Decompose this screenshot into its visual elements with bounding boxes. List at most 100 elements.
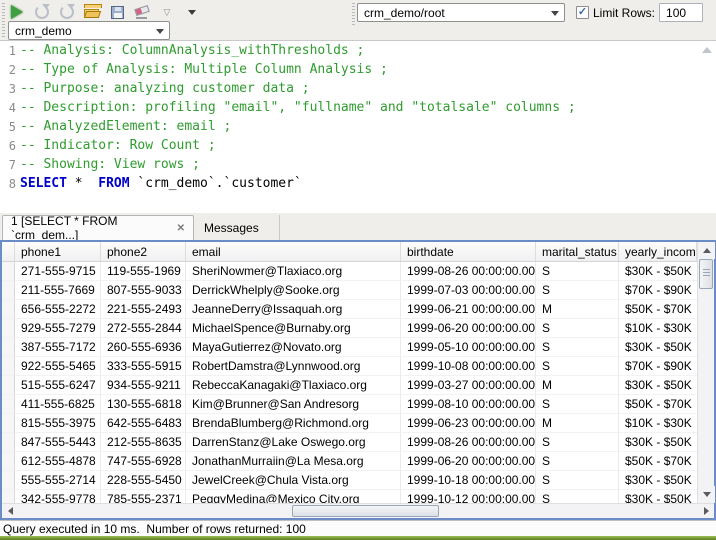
- table-cell[interactable]: JeanneDerry@Issaquah.org: [186, 300, 401, 319]
- table-cell[interactable]: RebeccaKanagaki@Tlaxiaco.org: [186, 376, 401, 395]
- editor-scroll-up-icon[interactable]: [702, 47, 712, 53]
- column-header-yearly_income[interactable]: yearly_income: [619, 242, 697, 261]
- vertical-scrollbar-thumb[interactable]: [699, 259, 713, 289]
- table-cell[interactable]: 555-555-2714: [15, 471, 101, 490]
- table-row[interactable]: 929-555-7279272-555-2844MichaelSpence@Bu…: [2, 319, 697, 338]
- limit-rows-input[interactable]: 100: [659, 3, 703, 22]
- table-row[interactable]: 515-555-6247934-555-9211RebeccaKanagaki@…: [2, 376, 697, 395]
- table-cell[interactable]: 1999-06-21 00:00:00.000: [401, 300, 536, 319]
- editor-line[interactable]: 4-- Description: profiling "email", "ful…: [0, 98, 716, 117]
- table-cell[interactable]: $30K - $50K: [619, 262, 697, 281]
- table-cell[interactable]: $10K - $30K: [619, 319, 697, 338]
- table-cell[interactable]: 342-555-9778: [15, 490, 101, 503]
- editor-line[interactable]: 1-- Analysis: ColumnAnalysis_withThresho…: [0, 41, 716, 60]
- table-cell[interactable]: $70K - $90K: [619, 357, 697, 376]
- refresh-button[interactable]: [33, 3, 51, 21]
- table-cell[interactable]: 333-555-5915: [101, 357, 186, 376]
- limit-rows-checkbox[interactable]: ✓: [576, 6, 589, 19]
- table-row[interactable]: 555-555-2714228-555-5450JewelCreek@Chula…: [2, 471, 697, 490]
- table-cell[interactable]: S: [536, 395, 619, 414]
- table-cell[interactable]: 815-555-3975: [15, 414, 101, 433]
- table-cell[interactable]: 1999-08-26 00:00:00.000: [401, 262, 536, 281]
- table-cell[interactable]: 747-555-6928: [101, 452, 186, 471]
- vertical-scrollbar[interactable]: [697, 242, 714, 503]
- table-cell[interactable]: 228-555-5450: [101, 471, 186, 490]
- table-cell[interactable]: BrendaBlumberg@Richmond.org: [186, 414, 401, 433]
- table-cell[interactable]: S: [536, 357, 619, 376]
- table-cell[interactable]: 411-555-6825: [15, 395, 101, 414]
- open-file-button[interactable]: [83, 3, 101, 21]
- table-row[interactable]: 411-555-6825130-555-6818Kim@Brunner@San …: [2, 395, 697, 414]
- table-cell[interactable]: MayaGutierrez@Novato.org: [186, 338, 401, 357]
- table-cell[interactable]: $30K - $50K: [619, 376, 697, 395]
- table-cell[interactable]: DerrickWhelply@Sooke.org: [186, 281, 401, 300]
- table-cell[interactable]: 1999-10-18 00:00:00.000: [401, 471, 536, 490]
- editor-line[interactable]: 3-- Purpose: analyzing customer data ;: [0, 79, 716, 98]
- connection-combo[interactable]: crm_demo: [8, 21, 170, 40]
- table-cell[interactable]: SheriNowmer@Tlaxiaco.org: [186, 262, 401, 281]
- table-cell[interactable]: S: [536, 281, 619, 300]
- toolbar-menu-button[interactable]: [183, 3, 201, 21]
- table-cell[interactable]: 211-555-7669: [15, 281, 101, 300]
- table-cell[interactable]: 785-555-2371: [101, 490, 186, 503]
- table-cell[interactable]: S: [536, 452, 619, 471]
- table-cell[interactable]: M: [536, 376, 619, 395]
- close-icon[interactable]: ✕: [177, 223, 185, 234]
- column-header-phone1[interactable]: phone1: [15, 242, 101, 261]
- table-cell[interactable]: Kim@Brunner@San Andresorg: [186, 395, 401, 414]
- table-cell[interactable]: 1999-06-20 00:00:00.000: [401, 319, 536, 338]
- editor-line[interactable]: 8SELECT * FROM `crm_demo`.`customer`: [0, 174, 716, 193]
- table-cell[interactable]: 1999-08-26 00:00:00.000: [401, 433, 536, 452]
- table-cell[interactable]: M: [536, 414, 619, 433]
- table-cell[interactable]: 1999-03-27 00:00:00.000: [401, 376, 536, 395]
- table-cell[interactable]: $10K - $30K: [619, 414, 697, 433]
- table-cell[interactable]: 1999-06-20 00:00:00.000: [401, 452, 536, 471]
- table-cell[interactable]: M: [536, 300, 619, 319]
- horizontal-scrollbar-thumb[interactable]: [292, 505, 439, 517]
- sql-editor[interactable]: 1-- Analysis: ColumnAnalysis_withThresho…: [0, 40, 716, 213]
- tab-query-result[interactable]: 1 [SELECT * FROM `crm_dem...] ✕: [2, 215, 194, 240]
- table-cell[interactable]: $50K - $70K: [619, 395, 697, 414]
- table-row[interactable]: 847-555-5443212-555-8635DarrenStanz@Lake…: [2, 433, 697, 452]
- table-cell[interactable]: $50K - $70K: [619, 300, 697, 319]
- table-cell[interactable]: PeggyMedina@Mexico City.org: [186, 490, 401, 503]
- table-cell[interactable]: $50K - $70K: [619, 452, 697, 471]
- clear-editor-button[interactable]: [133, 3, 151, 21]
- table-cell[interactable]: DarrenStanz@Lake Oswego.org: [186, 433, 401, 452]
- table-row[interactable]: 342-555-9778785-555-2371PeggyMedina@Mexi…: [2, 490, 697, 503]
- table-cell[interactable]: 130-555-6818: [101, 395, 186, 414]
- tab-messages[interactable]: Messages: [196, 215, 280, 240]
- horizontal-scrollbar[interactable]: [2, 503, 714, 518]
- table-cell[interactable]: 1999-06-23 00:00:00.000: [401, 414, 536, 433]
- table-cell[interactable]: $30K - $50K: [619, 338, 697, 357]
- toolbar-gripper-2[interactable]: [352, 3, 355, 25]
- column-header-email[interactable]: email: [186, 242, 401, 261]
- refresh-alt-button[interactable]: [58, 3, 76, 21]
- table-cell[interactable]: RobertDamstra@Lynnwood.org: [186, 357, 401, 376]
- table-row[interactable]: 612-555-4878747-555-6928JonathanMurraiin…: [2, 452, 697, 471]
- scroll-right-button[interactable]: [698, 504, 714, 518]
- table-row[interactable]: 656-555-2272221-555-2493JeanneDerry@Issa…: [2, 300, 697, 319]
- table-cell[interactable]: 1999-10-08 00:00:00.000: [401, 357, 536, 376]
- column-header-phone2[interactable]: phone2: [101, 242, 186, 261]
- editor-line[interactable]: 5-- AnalyzedElement: email ;: [0, 117, 716, 136]
- table-cell[interactable]: $30K - $50K: [619, 490, 697, 503]
- table-cell[interactable]: 119-555-1969: [101, 262, 186, 281]
- table-cell[interactable]: 934-555-9211: [101, 376, 186, 395]
- editor-line[interactable]: 2-- Type of Analysis: Multiple Column An…: [0, 60, 716, 79]
- table-cell[interactable]: S: [536, 262, 619, 281]
- table-cell[interactable]: MichaelSpence@Burnaby.org: [186, 319, 401, 338]
- table-cell[interactable]: 612-555-4878: [15, 452, 101, 471]
- table-cell[interactable]: S: [536, 338, 619, 357]
- table-cell[interactable]: 221-555-2493: [101, 300, 186, 319]
- editor-line[interactable]: 7-- Showing: View rows ;: [0, 155, 716, 174]
- table-cell[interactable]: 260-555-6936: [101, 338, 186, 357]
- toolbar-gripper[interactable]: [2, 3, 5, 39]
- table-cell[interactable]: 387-555-7172: [15, 338, 101, 357]
- dropdown-white-button[interactable]: ▽: [158, 3, 176, 21]
- save-button[interactable]: [108, 3, 126, 21]
- table-cell[interactable]: 929-555-7279: [15, 319, 101, 338]
- table-cell[interactable]: S: [536, 433, 619, 452]
- table-cell[interactable]: 212-555-8635: [101, 433, 186, 452]
- editor-line[interactable]: 6-- Indicator: Row Count ;: [0, 136, 716, 155]
